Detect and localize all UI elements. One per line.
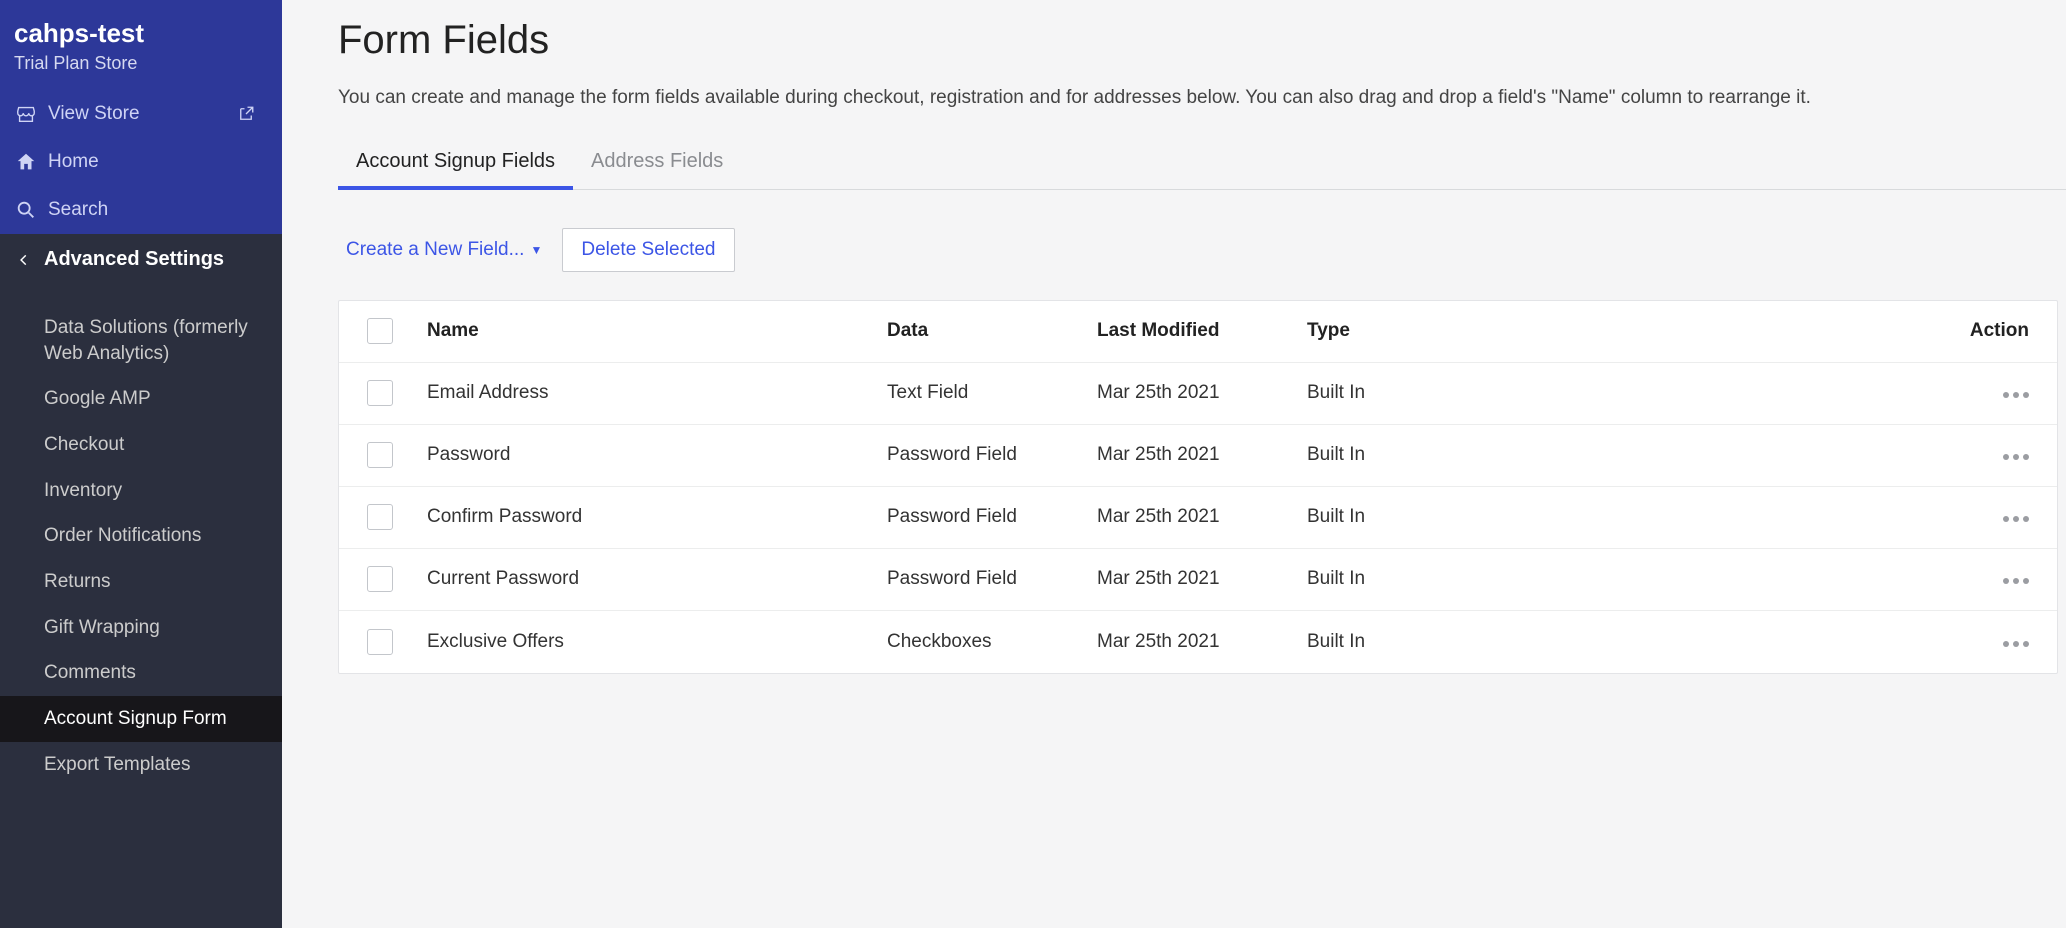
sidebar-header: cahps-test Trial Plan Store bbox=[0, 0, 282, 90]
select-all-checkbox[interactable] bbox=[367, 318, 393, 344]
delete-selected-button[interactable]: Delete Selected bbox=[562, 228, 734, 272]
table-row: Current PasswordPassword FieldMar 25th 2… bbox=[339, 549, 2057, 611]
cell-data: Password Field bbox=[877, 506, 1087, 528]
cell-last-modified: Mar 25th 2021 bbox=[1087, 631, 1297, 653]
sidebar: cahps-test Trial Plan Store View Store H… bbox=[0, 0, 282, 928]
row-checkbox-cell bbox=[339, 442, 417, 468]
store-plan: Trial Plan Store bbox=[14, 53, 268, 74]
sidebar-item-returns[interactable]: Returns bbox=[0, 559, 282, 605]
cell-name[interactable]: Password bbox=[417, 444, 877, 466]
cell-data: Password Field bbox=[877, 568, 1087, 590]
sidebar-item-account-signup-form[interactable]: Account Signup Form bbox=[0, 696, 282, 742]
table-header-row: Name Data Last Modified Type Action bbox=[339, 301, 2057, 363]
page-title: Form Fields bbox=[338, 18, 2066, 63]
cell-last-modified: Mar 25th 2021 bbox=[1087, 568, 1297, 590]
tab-account-signup-fields[interactable]: Account Signup Fields bbox=[338, 150, 573, 189]
more-actions-icon[interactable] bbox=[2003, 516, 2029, 522]
nav-home-label: Home bbox=[48, 151, 99, 173]
more-actions-icon[interactable] bbox=[2003, 392, 2029, 398]
sidebar-item-google-amp[interactable]: Google AMP bbox=[0, 376, 282, 422]
cell-last-modified: Mar 25th 2021 bbox=[1087, 444, 1297, 466]
nav-block: View Store Home Search bbox=[0, 90, 282, 234]
table-row: Confirm PasswordPassword FieldMar 25th 2… bbox=[339, 487, 2057, 549]
home-icon bbox=[14, 150, 38, 174]
header-name[interactable]: Name bbox=[417, 320, 877, 342]
cell-last-modified: Mar 25th 2021 bbox=[1087, 382, 1297, 404]
row-checkbox[interactable] bbox=[367, 442, 393, 468]
cell-action bbox=[1497, 444, 2057, 466]
row-checkbox[interactable] bbox=[367, 380, 393, 406]
nav-home[interactable]: Home bbox=[0, 138, 282, 186]
form-fields-table: Name Data Last Modified Type Action Emai… bbox=[338, 300, 2058, 674]
cell-data: Checkboxes bbox=[877, 631, 1087, 653]
header-action: Action bbox=[1497, 320, 2057, 342]
row-checkbox[interactable] bbox=[367, 566, 393, 592]
store-name: cahps-test bbox=[14, 18, 268, 49]
search-icon bbox=[14, 198, 38, 222]
header-last-modified[interactable]: Last Modified bbox=[1087, 320, 1297, 342]
cell-name[interactable]: Email Address bbox=[417, 382, 877, 404]
cell-type: Built In bbox=[1297, 568, 1497, 590]
nav-view-store-label: View Store bbox=[48, 103, 140, 125]
row-checkbox-cell bbox=[339, 566, 417, 592]
create-new-field-label: Create a New Field... bbox=[346, 239, 524, 261]
row-checkbox-cell bbox=[339, 504, 417, 530]
main-content: Form Fields You can create and manage th… bbox=[282, 0, 2066, 928]
row-checkbox[interactable] bbox=[367, 629, 393, 655]
sidebar-item-data-solutions-formerly-web-analytics[interactable]: Data Solutions (formerly Web Analytics) bbox=[0, 305, 282, 376]
cell-type: Built In bbox=[1297, 506, 1497, 528]
cell-action bbox=[1497, 382, 2057, 404]
cell-type: Built In bbox=[1297, 444, 1497, 466]
sidebar-item-inventory[interactable]: Inventory bbox=[0, 468, 282, 514]
cell-last-modified: Mar 25th 2021 bbox=[1087, 506, 1297, 528]
cell-data: Password Field bbox=[877, 444, 1087, 466]
table-row: Exclusive OffersCheckboxesMar 25th 2021B… bbox=[339, 611, 2057, 673]
cell-action bbox=[1497, 506, 2057, 528]
sidebar-item-comments[interactable]: Comments bbox=[0, 650, 282, 696]
cell-name[interactable]: Current Password bbox=[417, 568, 877, 590]
sidebar-sublist: Data Solutions (formerly Web Analytics)G… bbox=[0, 285, 282, 787]
section-header-label: Advanced Settings bbox=[44, 248, 224, 271]
more-actions-icon[interactable] bbox=[2003, 454, 2029, 460]
cell-name[interactable]: Exclusive Offers bbox=[417, 631, 877, 653]
nav-search[interactable]: Search bbox=[0, 186, 282, 234]
more-actions-icon[interactable] bbox=[2003, 578, 2029, 584]
create-new-field-button[interactable]: Create a New Field... ▼ bbox=[346, 239, 542, 261]
cell-type: Built In bbox=[1297, 631, 1497, 653]
cell-name[interactable]: Confirm Password bbox=[417, 506, 877, 528]
table-row: Email AddressText FieldMar 25th 2021Buil… bbox=[339, 363, 2057, 425]
cell-action bbox=[1497, 631, 2057, 653]
nav-search-label: Search bbox=[48, 199, 108, 221]
tabs: Account Signup FieldsAddress Fields bbox=[338, 150, 2066, 190]
sidebar-section-advanced-settings[interactable]: Advanced Settings bbox=[0, 234, 282, 285]
cell-action bbox=[1497, 568, 2057, 590]
table-row: PasswordPassword FieldMar 25th 2021Built… bbox=[339, 425, 2057, 487]
sidebar-item-export-templates[interactable]: Export Templates bbox=[0, 742, 282, 788]
nav-view-store[interactable]: View Store bbox=[0, 90, 282, 138]
storefront-icon bbox=[14, 102, 38, 126]
caret-down-icon: ▼ bbox=[530, 243, 542, 257]
header-checkbox-cell bbox=[339, 318, 417, 344]
open-external-icon bbox=[234, 102, 258, 126]
header-type[interactable]: Type bbox=[1297, 320, 1497, 342]
sidebar-item-order-notifications[interactable]: Order Notifications bbox=[0, 513, 282, 559]
sidebar-item-gift-wrapping[interactable]: Gift Wrapping bbox=[0, 605, 282, 651]
more-actions-icon[interactable] bbox=[2003, 641, 2029, 647]
row-checkbox-cell bbox=[339, 380, 417, 406]
chevron-left-icon bbox=[14, 250, 34, 270]
page-description: You can create and manage the form field… bbox=[338, 85, 2058, 112]
cell-data: Text Field bbox=[877, 382, 1087, 404]
row-checkbox[interactable] bbox=[367, 504, 393, 530]
sidebar-item-checkout[interactable]: Checkout bbox=[0, 422, 282, 468]
header-data[interactable]: Data bbox=[877, 320, 1087, 342]
tab-address-fields[interactable]: Address Fields bbox=[573, 150, 741, 189]
row-checkbox-cell bbox=[339, 629, 417, 655]
cell-type: Built In bbox=[1297, 382, 1497, 404]
actions-row: Create a New Field... ▼ Delete Selected bbox=[338, 228, 2066, 272]
